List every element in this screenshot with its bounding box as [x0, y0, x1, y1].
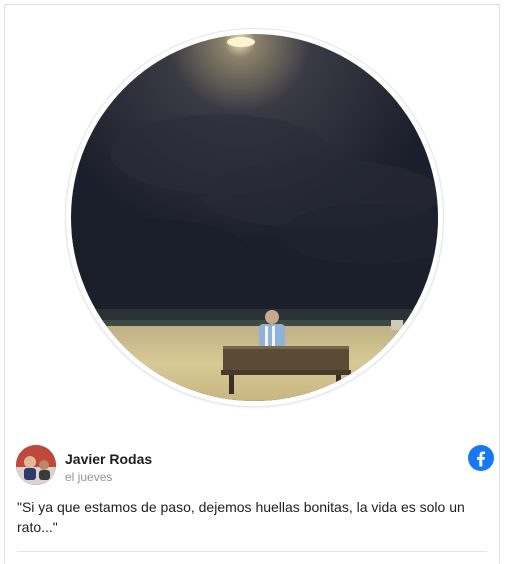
author-avatar[interactable] [16, 445, 56, 485]
night-beach-bench-image [71, 34, 438, 401]
divider [17, 551, 487, 552]
author-subtitle: el jueves [65, 470, 113, 484]
avatar-image [16, 445, 56, 485]
author-row: Javier Rodas el jueves [16, 445, 494, 489]
profile-photo[interactable] [71, 34, 438, 401]
facebook-icon[interactable] [468, 445, 494, 471]
profile-photo-frame[interactable] [66, 29, 443, 406]
post-card: Javier Rodas el jueves "Si ya que estamo… [4, 4, 500, 564]
author-name[interactable]: Javier Rodas [65, 451, 152, 467]
post-text: "Si ya que estamos de paso, dejemos huel… [17, 499, 465, 535]
